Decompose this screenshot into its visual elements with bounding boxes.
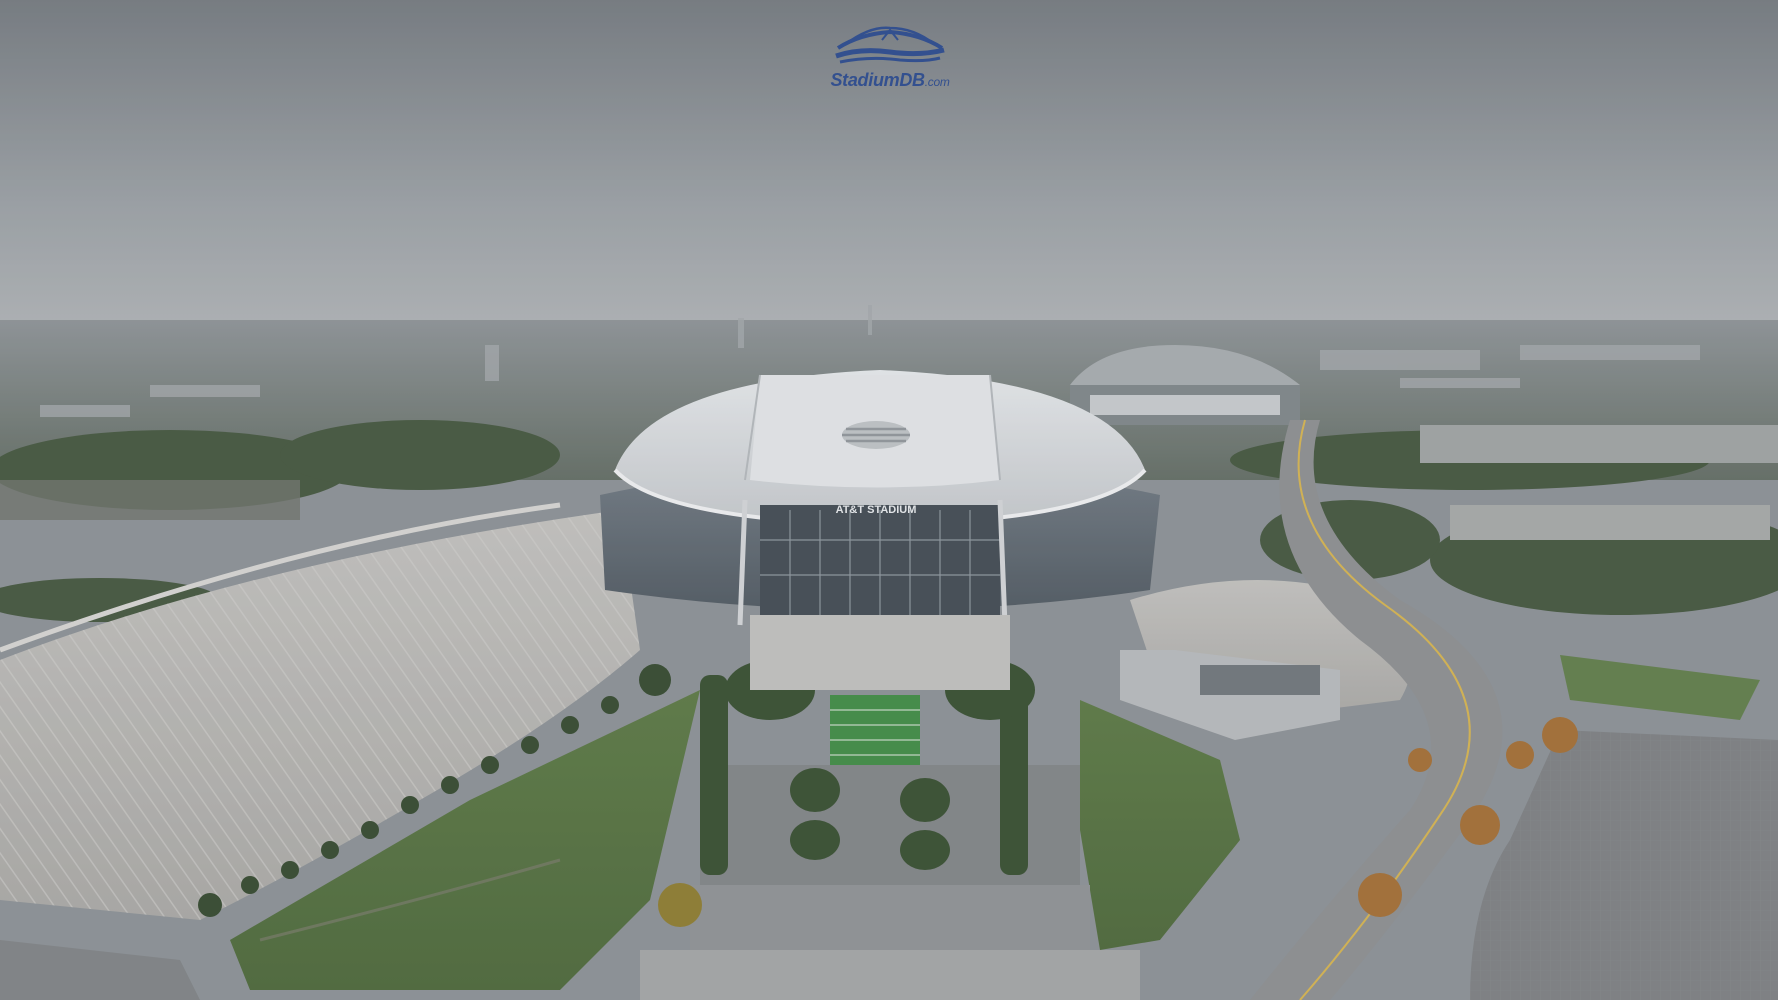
stadiumdb-logo-icon: [835, 26, 945, 64]
aerial-stadium-scene: AT&T STADIUM: [0, 0, 1778, 1000]
haze: [0, 0, 1778, 1000]
watermark-text: StadiumDB.com: [830, 70, 950, 90]
stadiumdb-watermark: StadiumDB.com: [820, 22, 960, 102]
